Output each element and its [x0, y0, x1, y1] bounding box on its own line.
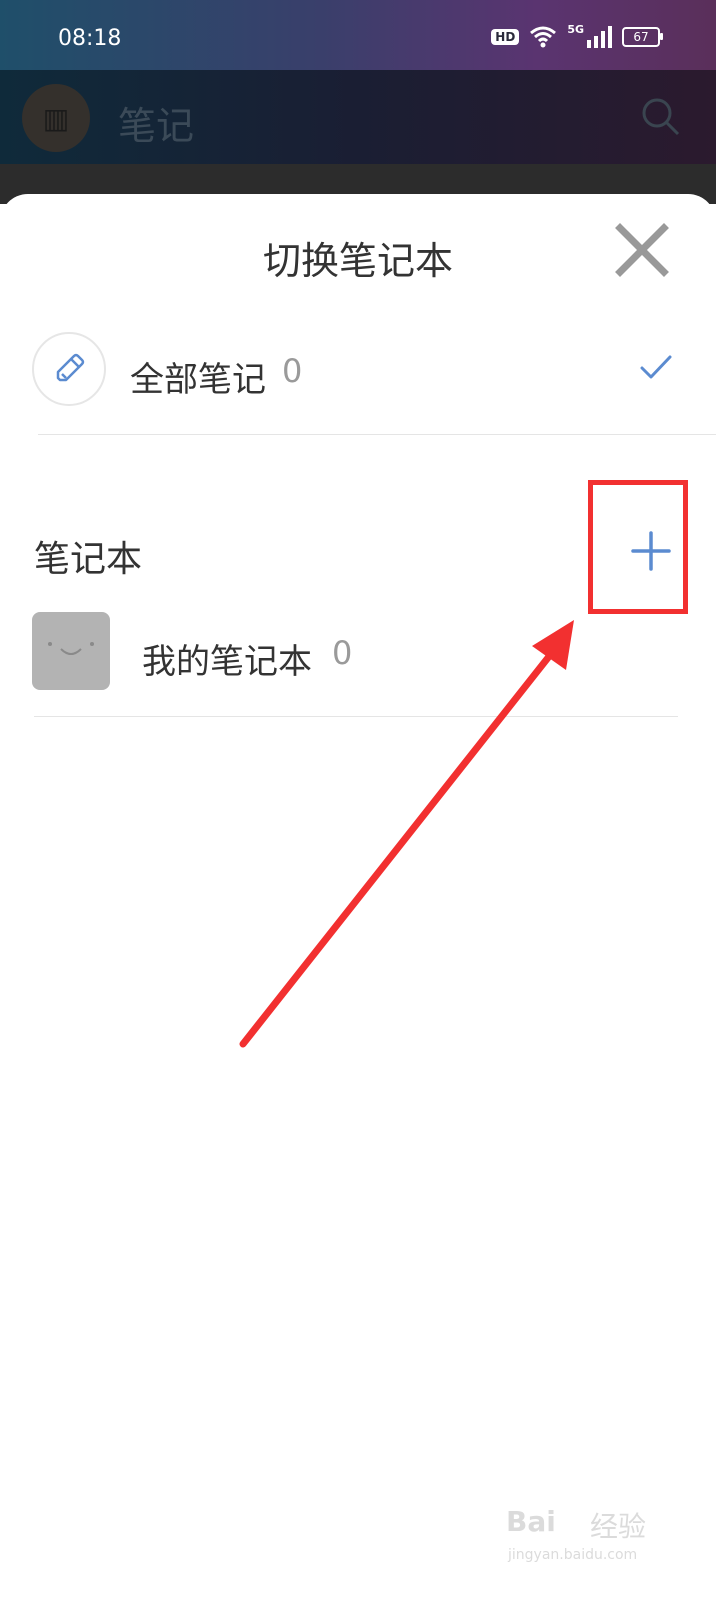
hd-badge: HD [491, 29, 520, 45]
pencil-icon [56, 353, 85, 382]
signal-icon [587, 26, 612, 48]
notebook-switch-sheet: 切换笔记本 全部笔记 0 笔记本 我的笔记本 0 [0, 194, 716, 1600]
app-title: 笔记 [118, 104, 195, 148]
divider [34, 716, 678, 717]
notebook-label: 我的笔记本 [142, 642, 312, 682]
notebook-count: 0 [332, 634, 353, 672]
notebooks-section-title: 笔记本 [34, 539, 143, 580]
watermark-brand: Bai [506, 1505, 556, 1538]
app-logo-icon: ▥ [22, 84, 90, 152]
all-notes-count: 0 [282, 352, 303, 390]
status-icons: HD 5G 67 [491, 22, 663, 48]
divider [38, 434, 716, 435]
pencil-icon-container [32, 332, 106, 406]
notebook-cover-icon [32, 612, 110, 690]
battery-icon: 67 [622, 27, 663, 47]
wifi-icon [530, 26, 557, 48]
smiley-face-icon [48, 642, 94, 655]
watermark-cn: 经验 [590, 1510, 647, 1543]
all-notes-item[interactable]: 全部笔记 0 [0, 330, 716, 434]
highlight-box [588, 480, 688, 614]
notebook-item[interactable]: 我的笔记本 0 [0, 612, 716, 716]
sheet-title: 切换笔记本 [262, 239, 453, 283]
status-bar: 08:18 HD 5G 67 [0, 0, 716, 70]
app-header: ▥ 笔记 [0, 70, 716, 164]
search-icon [642, 98, 680, 136]
close-icon[interactable] [612, 220, 672, 280]
all-notes-label: 全部笔记 [130, 360, 266, 400]
network-label: 5G [567, 22, 584, 36]
status-time: 08:18 [58, 26, 122, 51]
watermark-url: jingyan.baidu.com [508, 1547, 638, 1563]
check-icon [640, 355, 672, 379]
watermark: Bai 经验 jingyan.baidu.com [506, 1505, 676, 1575]
